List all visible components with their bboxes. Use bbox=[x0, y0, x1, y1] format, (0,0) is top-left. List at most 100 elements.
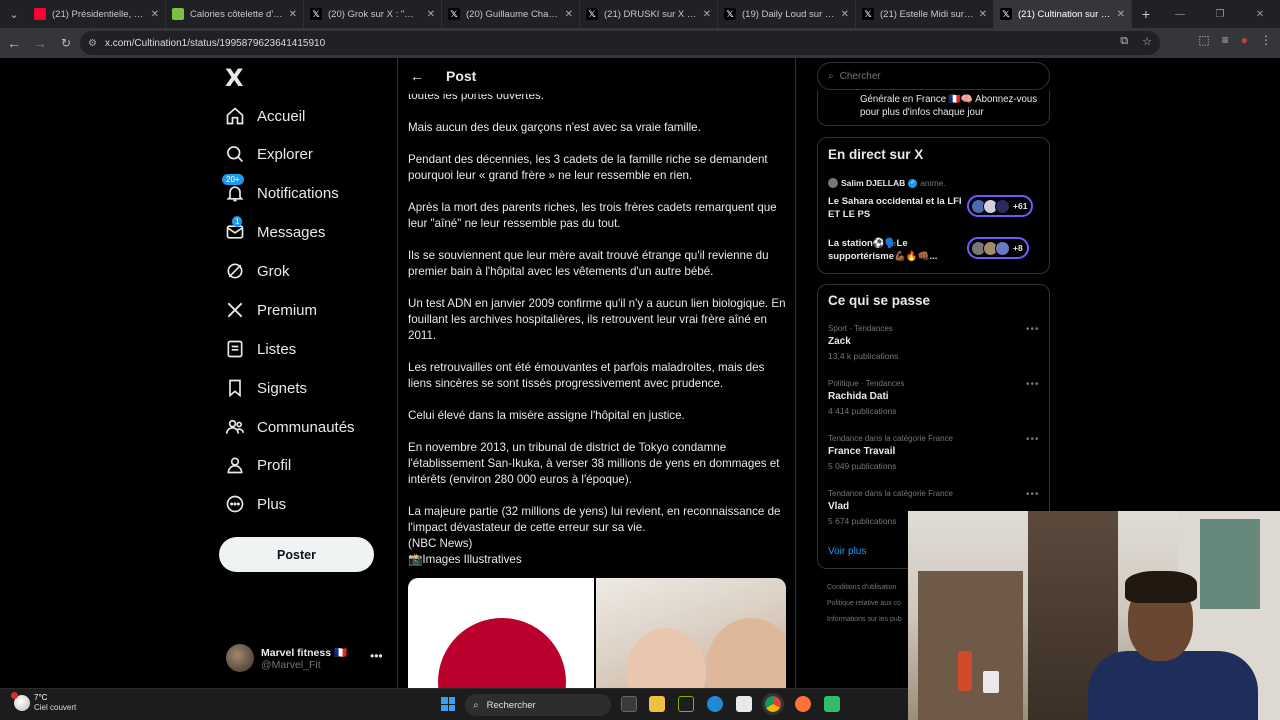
trend-name[interactable]: Rachida Dati bbox=[828, 391, 889, 402]
baby-head-left bbox=[626, 628, 706, 694]
url-input[interactable]: ⚙ x.com/Cultination1/status/199587962364… bbox=[80, 31, 1160, 55]
post-button[interactable]: Poster bbox=[219, 537, 374, 572]
live-space-participants[interactable]: +8 bbox=[967, 237, 1029, 259]
x-logo[interactable]: X bbox=[225, 64, 244, 92]
tab-favicon-icon: 𝕏 bbox=[586, 8, 598, 20]
post-paragraph: Pendant des décennies, les 3 cadets de l… bbox=[408, 153, 768, 182]
back-icon[interactable]: ← bbox=[2, 31, 26, 55]
live-space-participants[interactable]: +61 bbox=[967, 195, 1034, 217]
sidebar-item-signets[interactable]: Signets bbox=[222, 370, 307, 406]
sidebar-item-listes[interactable]: Listes bbox=[222, 331, 296, 367]
post-media[interactable] bbox=[408, 578, 786, 694]
firefox-icon[interactable] bbox=[795, 696, 811, 712]
sidebar-item-accueil[interactable]: Accueil bbox=[222, 98, 305, 134]
more-icon[interactable]: ••• bbox=[1026, 434, 1040, 445]
browser-tab[interactable]: 𝕏 (21) DRUSKI sur X : "Dude ✕ bbox=[580, 0, 718, 28]
sidebar-item-plus[interactable]: Plus bbox=[222, 486, 286, 522]
show-more-link[interactable]: Voir plus bbox=[828, 546, 866, 557]
chrome-icon[interactable] bbox=[762, 693, 784, 715]
post-text: toutes les portes ouvertes. Mais aucun de… bbox=[408, 88, 788, 568]
person-icon bbox=[222, 452, 248, 478]
browser-tab[interactable]: (21) Présidentielle, budget ✕ bbox=[28, 0, 166, 28]
media-icon[interactable]: ≡ bbox=[1222, 33, 1229, 47]
new-tab-button[interactable]: + bbox=[1132, 6, 1160, 22]
restore-icon[interactable]: ❐ bbox=[1200, 0, 1240, 28]
subscribe-card: Générale en France 🇫🇷🧠 Abonnez-vous pour… bbox=[817, 90, 1050, 126]
tab-close-icon[interactable]: ✕ bbox=[151, 9, 159, 20]
sidebar-item-label: Notifications bbox=[257, 184, 339, 202]
forward-icon[interactable]: → bbox=[28, 31, 52, 55]
japan-flag-image[interactable] bbox=[408, 578, 596, 694]
account-name: Marvel fitness 🇫🇷 bbox=[261, 646, 348, 659]
cloud-icon bbox=[11, 692, 30, 711]
app-icon[interactable] bbox=[824, 696, 840, 712]
weather-widget[interactable]: 7°C Ciel couvert bbox=[11, 692, 76, 713]
tab-close-icon[interactable]: ✕ bbox=[703, 9, 711, 20]
nvidia-icon[interactable] bbox=[678, 696, 694, 712]
sidebar-item-profil[interactable]: Profil bbox=[222, 447, 291, 483]
tab-close-icon[interactable]: ✕ bbox=[1117, 9, 1125, 20]
tab-close-icon[interactable]: ✕ bbox=[427, 9, 435, 20]
home-icon bbox=[222, 103, 248, 129]
tab-close-icon[interactable]: ✕ bbox=[979, 9, 987, 20]
extensions-icon[interactable]: ⬚ bbox=[1198, 33, 1209, 47]
bookmark-icon bbox=[222, 375, 248, 401]
browser-tab[interactable]: 𝕏 (19) Daily Loud sur X : "2 ✕ bbox=[718, 0, 856, 28]
sidebar-item-explorer[interactable]: Explorer bbox=[222, 136, 313, 172]
browser-tab[interactable]: 𝕏 (20) Grok sur X : "@raphae ✕ bbox=[304, 0, 442, 28]
sidebar-item-communautes[interactable]: Communautés bbox=[222, 409, 355, 445]
live-author[interactable]: Salim DJELLAB ✓ anime. bbox=[828, 178, 946, 188]
browser-tab[interactable]: 𝕏 (21) Estelle Midi sur X : " ✕ bbox=[856, 0, 994, 28]
profile-icon[interactable]: ● bbox=[1241, 33, 1248, 47]
trend-category: Tendance dans la catégorie France bbox=[828, 489, 953, 498]
footer-link[interactable]: Conditions d'utilisation bbox=[827, 584, 896, 591]
trends-title: Ce qui se passe bbox=[828, 293, 931, 308]
more-icon[interactable]: ••• bbox=[370, 649, 383, 663]
sidebar-item-messages[interactable]: 1 Messages bbox=[222, 214, 325, 250]
footer-link[interactable]: Politique relative aux co bbox=[827, 600, 901, 607]
tab-favicon-icon: 𝕏 bbox=[724, 8, 736, 20]
menu-icon[interactable]: ⋮ bbox=[1260, 33, 1272, 47]
browser-tab[interactable]: Calories côtelette d'agneau ✕ bbox=[166, 0, 304, 28]
sidebar-item-notifications[interactable]: 20+ Notifications bbox=[222, 174, 339, 211]
sidebar-item-label: Signets bbox=[257, 379, 308, 397]
live-space-title[interactable]: La station⚽🗣️Le supportérisme💪🏾🔥👊🏾... bbox=[828, 237, 963, 263]
windows-start-icon[interactable] bbox=[441, 697, 455, 711]
tab-label: (21) Cultination sur X : " bbox=[1018, 8, 1113, 20]
tab-search-icon[interactable]: ⌄ bbox=[0, 0, 28, 28]
avatar bbox=[995, 198, 1010, 214]
site-info-icon[interactable]: ⚙ bbox=[88, 38, 97, 49]
browser-tab[interactable]: 𝕏 (21) Cultination sur X : " ✕ bbox=[994, 0, 1132, 28]
account-switcher[interactable]: Marvel fitness 🇫🇷 @Marvel_Fit ••• bbox=[226, 643, 386, 673]
post-paragraph: Celui élevé dans la misère assigne l'hôp… bbox=[408, 409, 685, 422]
task-view-icon[interactable] bbox=[621, 696, 637, 712]
browser-tab[interactable]: 𝕏 (20) Guillaume Champeau ✕ bbox=[442, 0, 580, 28]
more-icon[interactable]: ••• bbox=[1026, 324, 1040, 335]
close-window-icon[interactable]: ✕ bbox=[1240, 0, 1280, 28]
trend-name[interactable]: Zack bbox=[828, 336, 851, 347]
footer-link[interactable]: Informations sur les pub bbox=[827, 616, 902, 623]
more-icon[interactable]: ••• bbox=[1026, 489, 1040, 500]
taskbar-search[interactable]: ⌕ Rechercher bbox=[465, 694, 611, 716]
babies-image[interactable] bbox=[596, 578, 786, 694]
tab-close-icon[interactable]: ✕ bbox=[841, 9, 849, 20]
trend-name[interactable]: France Travail bbox=[828, 446, 895, 457]
avatar bbox=[828, 178, 838, 188]
more-icon[interactable]: ••• bbox=[1026, 379, 1040, 390]
minimize-icon[interactable]: — bbox=[1160, 0, 1200, 28]
store-icon[interactable] bbox=[736, 696, 752, 712]
install-icon[interactable]: ⧉ bbox=[1120, 35, 1128, 48]
edge-icon[interactable] bbox=[707, 696, 723, 712]
back-arrow-icon[interactable]: ← bbox=[410, 68, 426, 84]
trend-name[interactable]: Vlad bbox=[828, 501, 849, 512]
live-space-title[interactable]: Le Sahara occidental et la LFI ET LE PS bbox=[828, 195, 963, 221]
sidebar-item-grok[interactable]: Grok bbox=[222, 253, 290, 289]
search-input[interactable]: ⌕ Chercher bbox=[817, 62, 1050, 90]
notification-badge: 20+ bbox=[222, 174, 244, 185]
file-explorer-icon[interactable] bbox=[649, 696, 665, 712]
tab-close-icon[interactable]: ✕ bbox=[565, 9, 573, 20]
tab-close-icon[interactable]: ✕ bbox=[289, 9, 297, 20]
reload-icon[interactable]: ↻ bbox=[54, 31, 78, 55]
sidebar-item-premium[interactable]: Premium bbox=[222, 292, 317, 328]
bookmark-star-icon[interactable]: ☆ bbox=[1142, 35, 1152, 48]
